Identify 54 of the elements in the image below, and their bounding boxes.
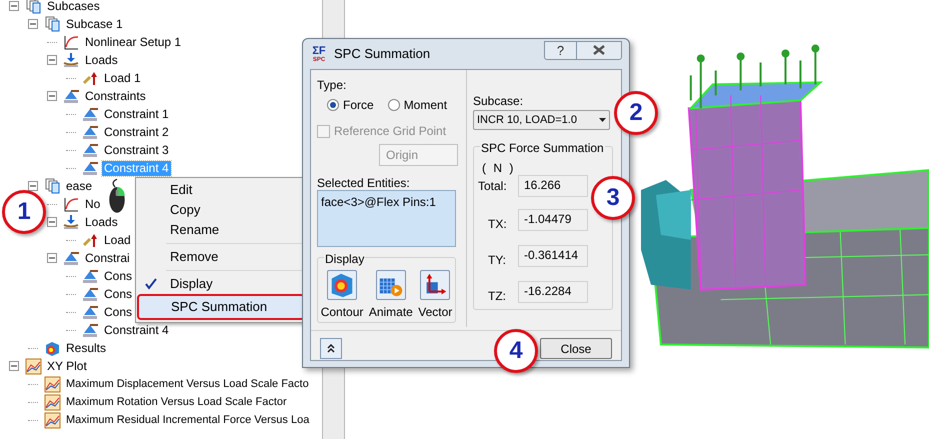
field-label: Total: [478, 178, 508, 195]
radio-option[interactable]: Moment [388, 96, 448, 114]
readout-field: 16.266 [518, 175, 588, 197]
list-item[interactable]: face<3>@Flex Pins:1 [321, 193, 452, 211]
readout-field: -0.361414 [518, 245, 588, 267]
button-caption: Contour [320, 304, 364, 321]
menu-item[interactable]: Edit [138, 180, 304, 200]
tree-item[interactable]: Constraint 1 [102, 106, 171, 122]
tree-item[interactable]: Constraints [83, 88, 148, 104]
menu-item[interactable]: Display [138, 274, 304, 294]
tree-item[interactable]: Nonlinear Setup 1 [83, 34, 184, 50]
tree-item[interactable]: Constraint 3 [102, 142, 171, 158]
field-label: TY: [487, 252, 508, 269]
menu-item[interactable]: Rename [138, 220, 304, 240]
tree-item[interactable]: No [83, 196, 102, 212]
tree-item[interactable]: Loads [83, 214, 120, 230]
menu-item[interactable]: Remove [138, 247, 304, 267]
tree-item[interactable]: XY Plot [45, 358, 89, 374]
tree-item[interactable]: ease [64, 178, 94, 194]
button-caption: Animate [368, 304, 413, 321]
entity-list[interactable]: face<3>@Flex Pins:1 [317, 190, 456, 247]
section-label: Selected Entities: [317, 175, 411, 190]
logo-text: ΣF [312, 46, 326, 56]
close-button[interactable]: Close [540, 338, 612, 359]
subcase-dropdown[interactable]: INCR 10, LOAD=1.0 [473, 110, 610, 130]
tree-item[interactable]: Results [64, 340, 108, 356]
tree-item[interactable]: Maximum Residual Incremental Force Versus Loa [64, 412, 312, 428]
tree-item[interactable]: Subcase 1 [64, 16, 125, 32]
tree-item[interactable]: Cons [102, 304, 134, 320]
radio-option[interactable]: Force [327, 96, 374, 114]
tree-item[interactable]: Load 1 [102, 70, 143, 86]
tree-item[interactable]: Constrai [83, 250, 132, 266]
tree-item[interactable]: Load [102, 232, 133, 248]
tree-item[interactable]: Maximum Displacement Versus Load Scale Facto [64, 376, 311, 392]
section-label: Subcase: [473, 93, 524, 110]
button-caption: Vector [418, 304, 452, 321]
menu-item[interactable]: Copy [138, 200, 304, 220]
help-button[interactable]: ? [544, 40, 577, 60]
menu-item[interactable]: SPC Summation [137, 294, 305, 320]
field-label: TZ: [487, 288, 507, 305]
tree-item[interactable]: Cons [102, 286, 134, 302]
tree-item[interactable]: Maximum Rotation Versus Load Scale Factor [64, 394, 289, 410]
section-label: Type: [317, 77, 348, 92]
readout-field: -1.04479 [518, 209, 588, 231]
tree-item[interactable]: Constraint 2 [102, 124, 171, 140]
callout-marker: 2 [614, 91, 658, 135]
tree-item[interactable]: Constraint 4 [102, 322, 171, 338]
readout-field: -16.2284 [518, 281, 588, 303]
tree-item[interactable]: Subcases [45, 0, 102, 14]
window-title: SPC Summation [334, 45, 430, 64]
field-label: TX: [487, 216, 508, 233]
unit-label: ( N ) [481, 160, 516, 175]
tree-item[interactable]: Loads [83, 52, 120, 68]
tree-item[interactable]: Cons [102, 268, 134, 284]
